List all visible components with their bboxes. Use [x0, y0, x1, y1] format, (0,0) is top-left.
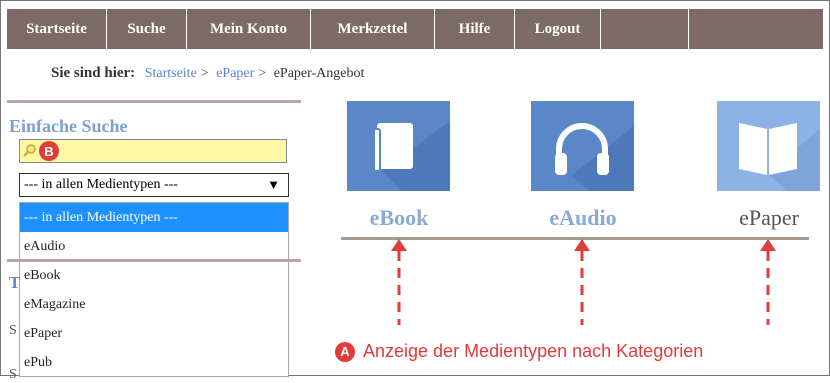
dropdown-option-all[interactable]: --- in allen Medientypen ---: [20, 203, 288, 232]
arrow-up-icon: [391, 239, 407, 325]
dropdown-option-epaper[interactable]: ePaper: [20, 319, 288, 348]
headphones-icon[interactable]: [531, 101, 634, 191]
arrow-up-icon: [574, 239, 590, 325]
sidebar-text-fragment: S: [9, 323, 17, 338]
media-type-select-value: --- in allen Medientypen ---: [24, 177, 178, 192]
dropdown-option-emagazine[interactable]: eMagazine: [20, 290, 288, 319]
annotation-a: A Anzeige der Medientypen nach Kategorie…: [335, 341, 703, 362]
annotation-badge-b: B: [39, 141, 59, 161]
search-input[interactable]: [19, 139, 287, 163]
arrow-up-icon: [760, 239, 776, 325]
sidebar-text-fragment: S: [9, 367, 17, 382]
nav-empty-slot: [601, 9, 689, 49]
breadcrumb-separator: >: [258, 66, 267, 81]
category-label-epaper[interactable]: ePaper: [699, 205, 830, 231]
breadcrumb-current: ePaper-Angebot: [273, 66, 365, 81]
simple-search-heading: Einfache Suche: [9, 116, 128, 136]
nav-startseite[interactable]: Startseite: [7, 9, 107, 49]
sidebar-divider: [7, 259, 301, 262]
media-type-select[interactable]: --- in allen Medientypen --- ▼: [19, 173, 289, 197]
breadcrumb-link-startseite[interactable]: Startseite: [145, 66, 197, 81]
open-book-icon[interactable]: [717, 101, 820, 191]
dropdown-option-epub[interactable]: ePub: [20, 348, 288, 377]
nav-logout[interactable]: Logout: [515, 9, 601, 49]
category-label-ebook[interactable]: eBook: [329, 205, 469, 231]
sidebar-heading-fragment: T: [9, 273, 21, 292]
annotation-text: Anzeige der Medientypen nach Kategorien: [363, 341, 704, 361]
breadcrumb-separator: >: [200, 66, 209, 81]
media-type-dropdown-list: --- in allen Medientypen --- eAudio eBoo…: [19, 202, 289, 377]
dropdown-arrow-icon: ▼: [267, 177, 280, 192]
nav-mein-konto[interactable]: Mein Konto: [187, 9, 311, 49]
annotation-badge-a: A: [335, 341, 355, 362]
category-label-eaudio[interactable]: eAudio: [513, 205, 653, 231]
nav-suche[interactable]: Suche: [107, 9, 187, 49]
sidebar-divider: [7, 100, 301, 103]
dropdown-option-eaudio[interactable]: eAudio: [20, 232, 288, 261]
nav-hilfe[interactable]: Hilfe: [435, 9, 515, 49]
breadcrumb-link-epaper[interactable]: ePaper: [216, 66, 254, 81]
main-nav: Startseite Suche Mein Konto Merkzettel H…: [7, 9, 823, 49]
breadcrumb-prefix: Sie sind hier:: [51, 65, 136, 81]
breadcrumb: Sie sind hier: Startseite > ePaper > ePape…: [51, 65, 364, 82]
search-icon: [23, 144, 36, 157]
dropdown-option-ebook[interactable]: eBook: [20, 261, 288, 290]
nav-merkzettel[interactable]: Merkzettel: [311, 9, 435, 49]
book-icon[interactable]: [347, 101, 450, 191]
